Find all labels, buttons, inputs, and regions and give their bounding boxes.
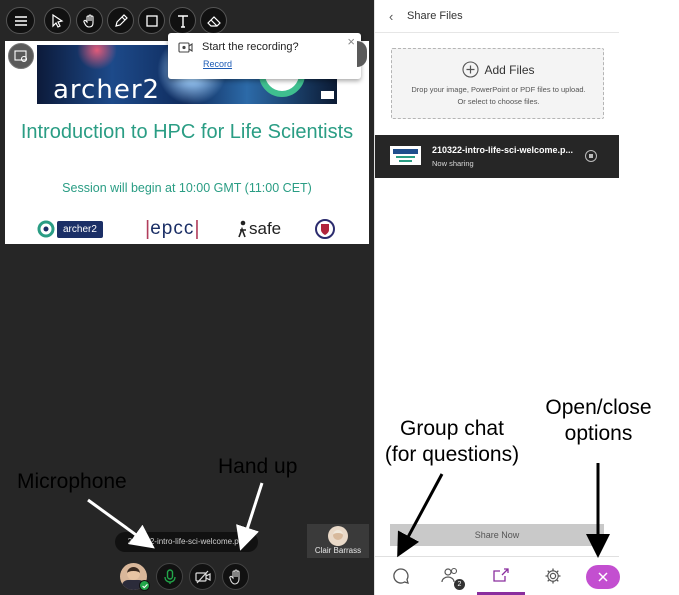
settings-icon: [545, 568, 561, 584]
banner-wordmark: archer2: [53, 75, 161, 104]
microphone-icon: [163, 568, 176, 584]
annotation-group-chat-line1: Group chat: [400, 417, 504, 440]
close-icon: [598, 572, 608, 582]
file-name: 210322-intro-life-sci-welcome.p...: [432, 145, 574, 155]
menu-button[interactable]: [6, 7, 35, 34]
recording-prompt: Start the recording? Record ×: [168, 33, 361, 79]
add-files-label: Add Files: [484, 62, 535, 77]
annotation-microphone: Microphone: [17, 470, 127, 493]
annotation-group-chat-line2: (for questions): [384, 443, 520, 466]
camera-recording-icon: [178, 42, 193, 53]
share-files-panel: ‹ Share Files Add Files Drop your image,…: [374, 0, 620, 595]
collaborate-tab-bar: 2: [375, 556, 620, 595]
main-stage: archer2 Introduction to HPC for Life Sci…: [0, 0, 374, 595]
close-panel-button[interactable]: [586, 565, 620, 589]
ukri-mini-logo: [321, 91, 334, 99]
raise-hand-button[interactable]: [222, 563, 249, 590]
slide-subtitle: Session will begin at 10:00 GMT (11:00 C…: [62, 181, 312, 195]
presenter-view-button[interactable]: [8, 43, 34, 69]
attendee-count-badge: 2: [454, 579, 465, 590]
stop-sharing-icon[interactable]: [585, 150, 597, 162]
microphone-button[interactable]: [156, 563, 183, 590]
hand-icon: [82, 13, 94, 28]
panel-header: ‹ Share Files: [375, 0, 619, 33]
text-tool-button[interactable]: [169, 7, 196, 34]
pan-tool-button[interactable]: [76, 7, 103, 34]
presentation-icon: [14, 50, 28, 63]
pointer-tool-button[interactable]: [44, 7, 71, 34]
eraser-tool-button[interactable]: [200, 7, 227, 34]
annotation-hand-up: Hand up: [218, 455, 298, 478]
tab-chat[interactable]: [377, 557, 425, 595]
participant-tile[interactable]: Clair Barrass: [307, 524, 369, 558]
shared-file-row[interactable]: 210322-intro-life-sci-welcome.p... Now s…: [375, 135, 619, 178]
panel-title: Share Files: [407, 10, 463, 22]
share-content-icon: [493, 567, 509, 582]
pen-tool-button[interactable]: [107, 7, 134, 34]
participant-name: Clair Barrass: [314, 546, 362, 555]
annotation-options: Open/close options: [535, 395, 662, 447]
university-crest-logo: [315, 218, 337, 240]
text-icon: [177, 14, 188, 28]
shape-tool-button[interactable]: [138, 7, 165, 34]
pen-icon: [114, 13, 128, 27]
record-link[interactable]: Record: [203, 59, 232, 69]
tab-attendees[interactable]: 2: [427, 557, 475, 595]
back-button[interactable]: ‹: [389, 9, 393, 24]
annotation-options-line2: options: [564, 422, 633, 445]
drop-help-line2: Or select to choose files.: [457, 97, 540, 106]
safe-logo: safe: [237, 218, 287, 240]
chat-icon: [393, 568, 409, 584]
camera-off-icon: [194, 570, 211, 583]
menu-icon: [14, 15, 27, 26]
plus-circle-icon: [462, 61, 480, 78]
annotation-options-line1: Open/close: [545, 396, 652, 419]
drop-help-line1: Drop your image, PowerPoint or PDF files…: [411, 85, 586, 94]
participant-avatar: [328, 526, 348, 546]
add-files-button[interactable]: Add Files: [392, 61, 605, 78]
pointer-icon: [51, 13, 63, 28]
camera-button[interactable]: [189, 563, 216, 590]
slide-title: Introduction to HPC for Life Scientists: [20, 121, 354, 143]
status-indicator: [139, 580, 150, 591]
tab-share-content[interactable]: [477, 557, 525, 595]
hand-icon: [228, 568, 240, 585]
shared-file-name-pill: 210322-intro-life-sci-welcome.pdf: [115, 532, 258, 552]
annotation-group-chat: Group chat (for questions): [375, 416, 529, 468]
close-recording-prompt-button[interactable]: ×: [347, 34, 355, 49]
tab-settings[interactable]: [529, 557, 577, 595]
file-thumbnail: [390, 146, 421, 165]
file-drop-zone[interactable]: Add Files Drop your image, PowerPoint or…: [391, 48, 604, 119]
eraser-icon: [206, 15, 221, 27]
epcc-logo: | epcc |: [145, 217, 200, 240]
recording-prompt-title: Start the recording?: [202, 41, 299, 53]
share-now-button[interactable]: Share Now: [390, 524, 604, 546]
drop-help-text: Drop your image, PowerPoint or PDF files…: [398, 84, 599, 108]
file-status: Now sharing: [432, 159, 474, 168]
archer2-logo: archer2: [37, 218, 115, 240]
rectangle-icon: [145, 14, 158, 27]
